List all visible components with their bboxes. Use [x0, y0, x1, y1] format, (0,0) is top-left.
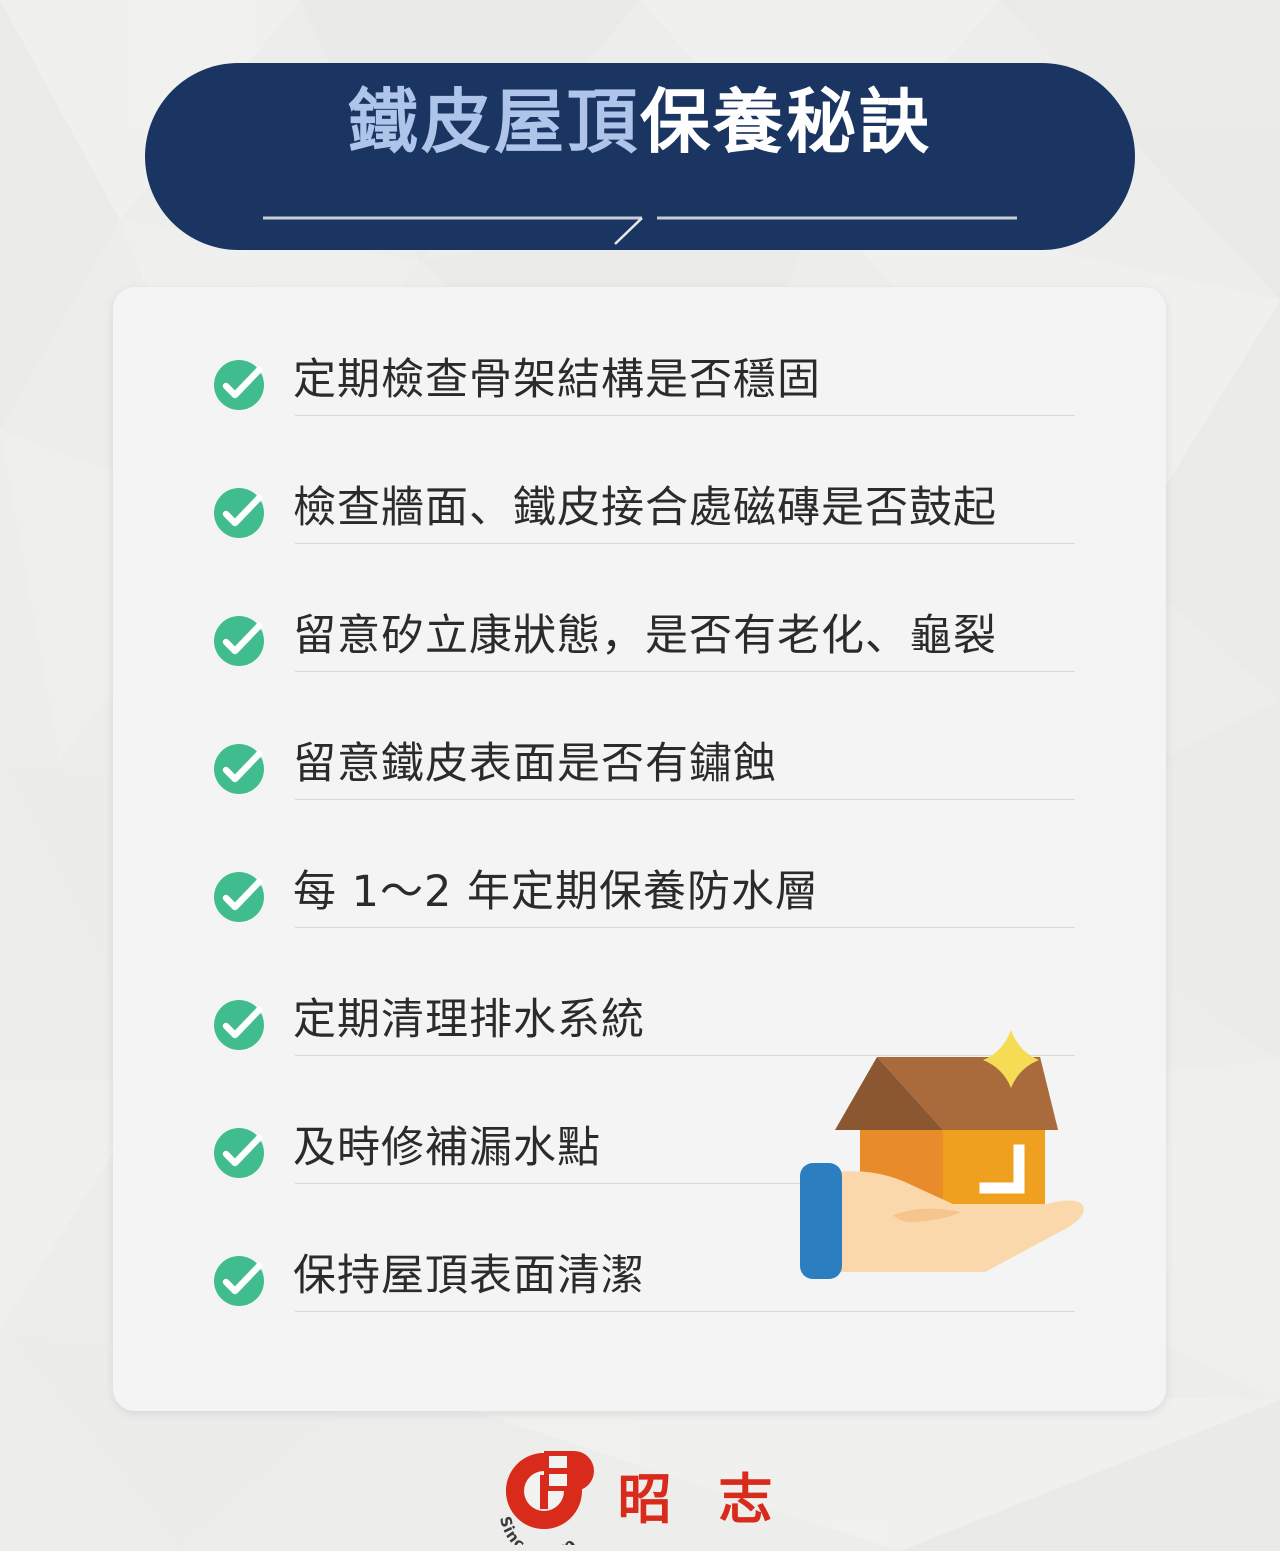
list-item-label: 定期檢查骨架結構是否穩固	[293, 355, 821, 405]
list-item: 檢查牆面、鐵皮接合處磁磚是否鼓起	[213, 475, 1083, 603]
list-item-rule	[295, 543, 1075, 544]
list-item: 每 1～2 年定期保養防水層	[213, 859, 1083, 987]
list-item: 留意鐵皮表面是否有鏽蝕	[213, 731, 1083, 859]
check-circle-icon	[214, 488, 264, 538]
check-circle-icon	[214, 616, 264, 666]
list-item: 留意矽立康狀態，是否有老化、龜裂	[213, 603, 1083, 731]
list-item-rule	[295, 671, 1075, 672]
list-item: 定期檢查骨架結構是否穩固	[213, 347, 1083, 475]
hand-holding-house-illustration	[800, 1030, 1084, 1279]
list-item-label: 定期清理排水系統	[293, 995, 645, 1045]
page-title-main: 保養秘訣	[640, 81, 932, 163]
list-item-label: 留意鐵皮表面是否有鏽蝕	[293, 739, 777, 789]
list-item-label: 及時修補漏水點	[293, 1123, 601, 1173]
page-title-accent: 鐵皮屋頂	[348, 81, 640, 163]
check-circle-icon	[214, 872, 264, 922]
check-circle-icon	[214, 360, 264, 410]
list-item-label: 保持屋頂表面清潔	[293, 1251, 645, 1301]
footer-logo: Since 1979 昭 志	[0, 1438, 1280, 1551]
check-circle-icon	[214, 1000, 264, 1050]
list-item-label: 每 1～2 年定期保養防水層	[293, 867, 820, 917]
list-item-rule	[295, 799, 1075, 800]
list-item-label: 檢查牆面、鐵皮接合處磁磚是否鼓起	[293, 483, 997, 533]
check-circle-icon	[214, 744, 264, 794]
header-capsule: 鐵皮屋頂保養秘訣	[145, 63, 1135, 250]
check-circle-icon	[214, 1128, 264, 1178]
company-wordmark: 昭 志	[617, 1468, 787, 1531]
page-title: 鐵皮屋頂保養秘訣	[348, 83, 932, 161]
company-logo-mark: Since 1979	[496, 1450, 594, 1545]
list-item-label: 留意矽立康狀態，是否有老化、龜裂	[293, 611, 997, 661]
check-circle-icon	[214, 1256, 264, 1306]
title-divider-rule	[263, 216, 1017, 245]
list-item-rule	[295, 927, 1075, 928]
list-item-rule	[295, 415, 1075, 416]
